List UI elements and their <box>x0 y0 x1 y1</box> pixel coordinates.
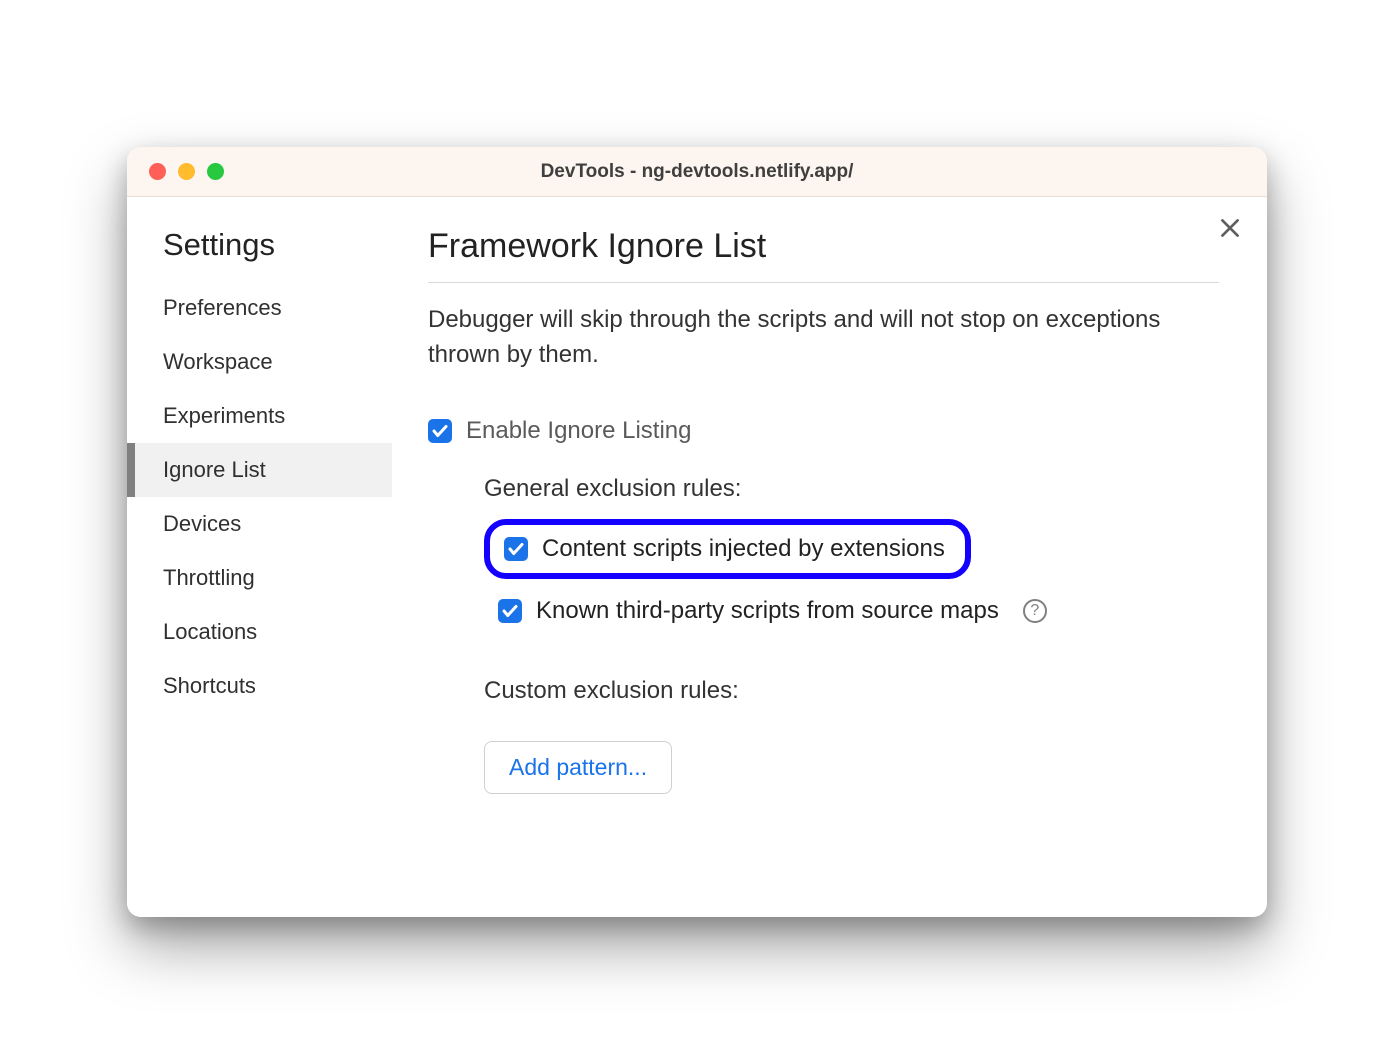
sidebar-item-devices[interactable]: Devices <box>127 497 392 551</box>
sidebar-item-preferences[interactable]: Preferences <box>127 281 392 335</box>
sidebar-item-throttling[interactable]: Throttling <box>127 551 392 605</box>
rule-content-scripts-checkbox[interactable] <box>504 537 528 561</box>
window-title: DevTools - ng-devtools.netlify.app/ <box>541 161 854 183</box>
custom-exclusion-section: Custom exclusion rules: Add pattern... <box>428 677 1219 794</box>
enable-ignore-listing-label: Enable Ignore Listing <box>466 417 692 445</box>
enable-ignore-listing-checkbox[interactable] <box>428 419 452 443</box>
rule-content-scripts: Content scripts injected by extensions <box>484 519 971 579</box>
rule-third-party-scripts: Known third-party scripts from source ma… <box>484 587 1219 635</box>
titlebar: DevTools - ng-devtools.netlify.app/ <box>127 147 1267 197</box>
close-icon <box>1217 215 1243 241</box>
settings-body: Settings Preferences Workspace Experimen… <box>127 197 1267 917</box>
sidebar-item-ignore-list[interactable]: Ignore List <box>127 443 392 497</box>
help-icon[interactable]: ? <box>1023 599 1047 623</box>
window-maximize-button[interactable] <box>207 163 224 180</box>
settings-window: DevTools - ng-devtools.netlify.app/ Sett… <box>127 147 1267 917</box>
custom-exclusion-label: Custom exclusion rules: <box>484 677 1219 705</box>
general-rules-list: Content scripts injected by extensions K… <box>484 519 1219 635</box>
page-title: Framework Ignore List <box>428 227 1219 283</box>
sidebar-item-workspace[interactable]: Workspace <box>127 335 392 389</box>
sidebar: Settings Preferences Workspace Experimen… <box>127 197 392 917</box>
rule-third-party-scripts-checkbox[interactable] <box>498 599 522 623</box>
traffic-lights <box>149 163 224 180</box>
sidebar-item-experiments[interactable]: Experiments <box>127 389 392 443</box>
window-close-button[interactable] <box>149 163 166 180</box>
page-description: Debugger will skip through the scripts a… <box>428 303 1168 373</box>
rule-content-scripts-label: Content scripts injected by extensions <box>542 535 945 563</box>
window-minimize-button[interactable] <box>178 163 195 180</box>
checkmark-icon <box>431 422 449 440</box>
add-pattern-button[interactable]: Add pattern... <box>484 741 672 794</box>
sidebar-item-locations[interactable]: Locations <box>127 605 392 659</box>
sidebar-item-shortcuts[interactable]: Shortcuts <box>127 659 392 713</box>
checkmark-icon <box>507 540 525 558</box>
checkmark-icon <box>501 602 519 620</box>
rule-third-party-scripts-label: Known third-party scripts from source ma… <box>536 597 999 625</box>
close-settings-button[interactable] <box>1217 215 1243 246</box>
sidebar-title: Settings <box>127 227 392 281</box>
content-pane: Framework Ignore List Debugger will skip… <box>392 197 1267 917</box>
enable-ignore-listing-row: Enable Ignore Listing <box>428 417 1219 445</box>
general-exclusion-label: General exclusion rules: <box>484 475 1219 503</box>
